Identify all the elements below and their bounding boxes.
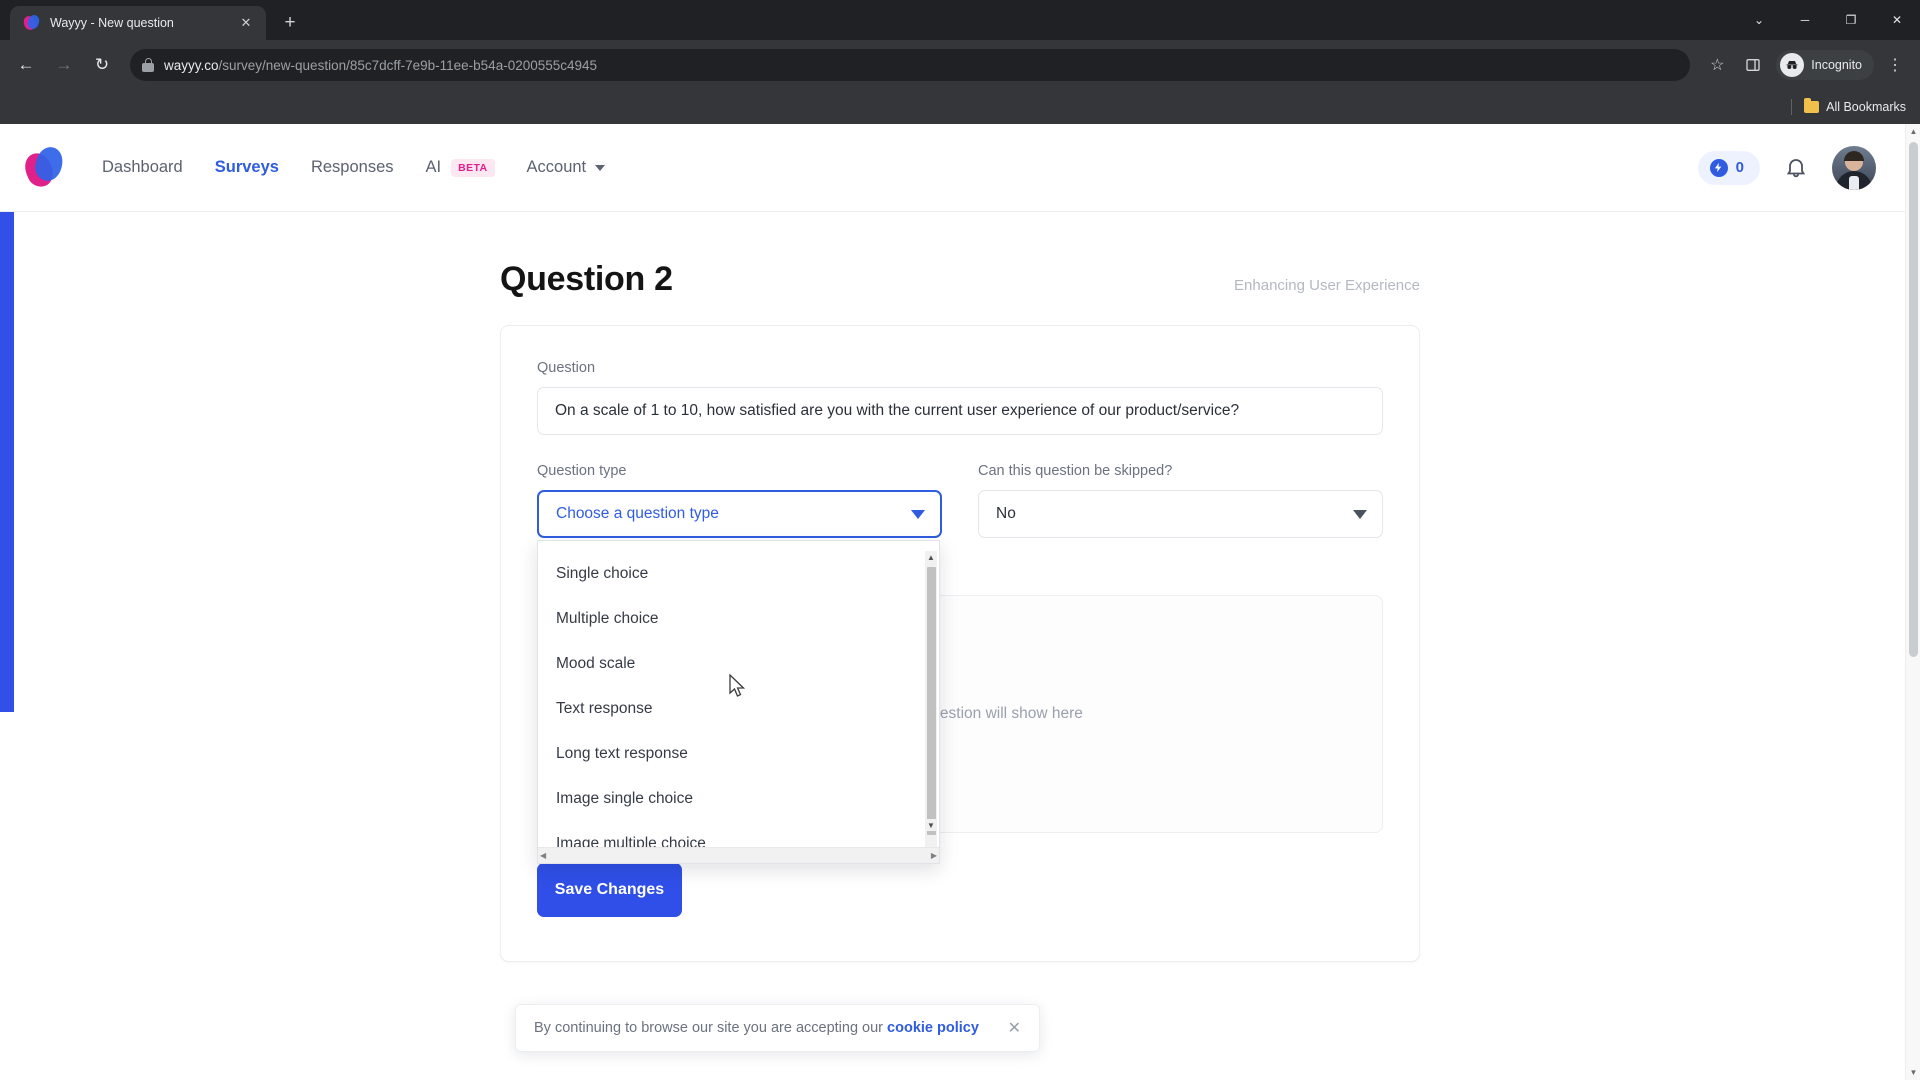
credits-badge[interactable]: 0 xyxy=(1697,150,1760,185)
dropdown-option-image-multiple-choice[interactable]: Image multiple choice xyxy=(538,821,939,848)
scroll-down-arrow-icon[interactable]: ▼ xyxy=(925,819,937,831)
tab-strip: Wayyy - New question ✕ + ⌄ ─ ❐ ✕ xyxy=(0,0,1920,40)
page-header: Question 2 Enhancing User Experience xyxy=(500,260,1420,299)
back-icon[interactable]: ← xyxy=(10,49,42,81)
maximize-icon[interactable]: ❐ xyxy=(1828,0,1874,40)
question-input[interactable]: On a scale of 1 to 10, how satisfied are… xyxy=(537,387,1383,435)
lock-icon xyxy=(142,58,154,72)
credits-value: 0 xyxy=(1735,159,1744,176)
dropdown-scroll-thumb[interactable] xyxy=(927,567,936,835)
question-type-dropdown[interactable]: Single choice Multiple choice Mood scale… xyxy=(537,540,940,864)
incognito-icon xyxy=(1780,53,1805,77)
wayyy-logo[interactable] xyxy=(20,143,66,191)
tab-search-icon[interactable]: ⌄ xyxy=(1736,0,1782,40)
dropdown-option-multiple-choice[interactable]: Multiple choice xyxy=(538,596,939,641)
cookie-banner-message: By continuing to browse our site you are… xyxy=(534,1020,888,1036)
wayyy-logo-icon xyxy=(21,13,41,32)
main-nav: Dashboard Surveys Responses AI BETA Acco… xyxy=(102,158,606,177)
skipped-value: No xyxy=(996,505,1016,522)
tab-title: Wayyy - New question xyxy=(50,16,174,30)
dropdown-option-mood-scale[interactable]: Mood scale xyxy=(538,641,939,686)
browser-toolbar: ← → ↻ wayyy.co/survey/new-question/85c7d… xyxy=(0,40,1920,90)
question-form-card: Question On a scale of 1 to 10, how sati… xyxy=(500,325,1420,962)
chevron-down-icon xyxy=(1353,509,1367,519)
browser-window: Wayyy - New question ✕ + ⌄ ─ ❐ ✕ ← → ↻ w… xyxy=(0,0,1920,1080)
window-controls: ⌄ ─ ❐ ✕ xyxy=(1736,0,1920,40)
minimize-icon[interactable]: ─ xyxy=(1782,0,1828,40)
page-scroll-up-icon[interactable]: ▲ xyxy=(1906,124,1920,139)
forward-icon[interactable]: → xyxy=(48,49,80,81)
bell-icon[interactable] xyxy=(1784,155,1808,181)
question-type-value: Choose a question type xyxy=(556,505,719,522)
dropdown-option-single-choice[interactable]: Single choice xyxy=(538,551,939,596)
bookmark-star-icon[interactable]: ☆ xyxy=(1702,50,1732,80)
close-icon[interactable]: ✕ xyxy=(1008,1018,1021,1038)
window-close-icon[interactable]: ✕ xyxy=(1874,0,1920,40)
dropdown-option-text-response[interactable]: Text response xyxy=(538,686,939,731)
new-tab-button[interactable]: + xyxy=(276,9,304,37)
question-type-select[interactable]: Choose a question type xyxy=(537,490,942,538)
nav-item-responses[interactable]: Responses xyxy=(311,158,426,177)
question-label: Question xyxy=(537,360,596,376)
dropdown-option-image-single-choice[interactable]: Image single choice xyxy=(538,776,939,821)
skipped-label: Can this question be skipped? xyxy=(978,463,1173,479)
credits-icon xyxy=(1709,158,1728,177)
cookie-banner: By continuing to browse our site you are… xyxy=(515,1004,1040,1052)
beta-badge: BETA xyxy=(451,158,495,177)
save-button[interactable]: Save Changes xyxy=(537,863,682,917)
app-navbar: Dashboard Surveys Responses AI BETA Acco… xyxy=(0,124,1920,212)
form-row: Question type Choose a question type Sin… xyxy=(537,463,1383,864)
skipped-col: Can this question be skipped? No xyxy=(978,463,1383,538)
nav-item-account-label: Account xyxy=(526,158,587,176)
skipped-select[interactable]: No xyxy=(978,490,1383,538)
question-type-col: Question type Choose a question type Sin… xyxy=(537,463,942,864)
cookie-policy-link[interactable]: cookie policy xyxy=(887,1020,979,1036)
dropdown-scroll-area: Single choice Multiple choice Mood scale… xyxy=(538,551,939,847)
page-scrollbar[interactable]: ▲ ▼ xyxy=(1905,124,1920,1080)
cookie-banner-text: By continuing to browse our site you are… xyxy=(534,1020,998,1036)
nav-item-account[interactable]: Account xyxy=(527,158,606,177)
all-bookmarks-button[interactable]: All Bookmarks xyxy=(1804,98,1906,114)
navbar-right: 0 xyxy=(1697,145,1876,190)
page-content: Question 2 Enhancing User Experience Que… xyxy=(0,212,1920,1080)
address-bar[interactable]: wayyy.co/survey/new-question/85c7dcff-7e… xyxy=(130,49,1691,81)
scroll-left-arrow-icon[interactable]: ◀ xyxy=(540,851,546,860)
dropdown-horizontal-scrollbar[interactable]: ◀ ▶ xyxy=(538,847,939,863)
url-domain: wayyy.co xyxy=(164,57,219,73)
page-viewport: Dashboard Surveys Responses AI BETA Acco… xyxy=(0,124,1920,1080)
page-title: Question 2 xyxy=(500,260,673,298)
avatar[interactable] xyxy=(1832,145,1876,190)
page-scroll-down-icon[interactable]: ▼ xyxy=(1906,1065,1920,1080)
browser-tab[interactable]: Wayyy - New question ✕ xyxy=(10,6,266,40)
chevron-down-icon xyxy=(911,509,925,519)
question-type-label: Question type xyxy=(537,463,627,479)
side-panel-icon[interactable] xyxy=(1738,50,1768,80)
bookmarks-bar: All Bookmarks xyxy=(0,90,1920,124)
nav-item-surveys[interactable]: Surveys xyxy=(215,158,311,177)
folder-icon xyxy=(1804,98,1820,113)
close-icon[interactable]: ✕ xyxy=(236,13,256,33)
nav-item-ai[interactable]: AI BETA xyxy=(426,158,527,177)
all-bookmarks-label: All Bookmarks xyxy=(1826,100,1906,114)
url-text: wayyy.co/survey/new-question/85c7dcff-7e… xyxy=(164,58,597,73)
incognito-label: Incognito xyxy=(1811,58,1862,72)
incognito-profile-button[interactable]: Incognito xyxy=(1776,50,1874,80)
reload-icon[interactable]: ↻ xyxy=(86,49,118,81)
survey-name: Enhancing User Experience xyxy=(1234,277,1420,294)
chevron-down-icon xyxy=(595,164,606,171)
nav-item-ai-label: AI xyxy=(425,158,442,176)
dropdown-option-long-text-response[interactable]: Long text response xyxy=(538,731,939,776)
nav-item-dashboard[interactable]: Dashboard xyxy=(102,158,215,177)
scroll-right-arrow-icon[interactable]: ▶ xyxy=(931,851,937,860)
page-scroll-thumb[interactable] xyxy=(1909,142,1918,657)
divider xyxy=(1791,99,1793,115)
scroll-up-arrow-icon[interactable]: ▲ xyxy=(925,551,937,563)
web-page: Dashboard Surveys Responses AI BETA Acco… xyxy=(0,124,1920,1080)
browser-menu-icon[interactable]: ⋮ xyxy=(1880,50,1910,80)
url-path: /survey/new-question/85c7dcff-7e9b-11ee-… xyxy=(218,57,598,73)
